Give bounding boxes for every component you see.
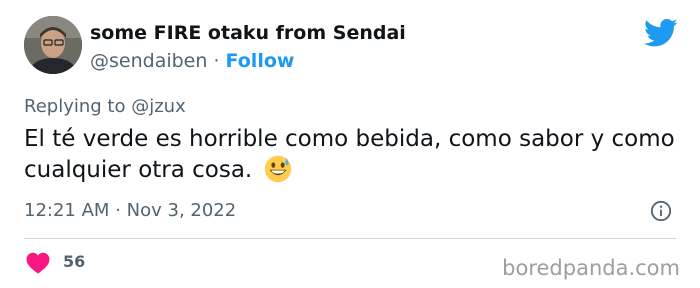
tweet-time: 12:21 AM	[24, 200, 110, 221]
divider	[24, 238, 676, 239]
tweet-timestamp[interactable]: 12:21 AM · Nov 3, 2022	[24, 199, 236, 223]
tweet-text: El té verde es horrible como bebida, com…	[24, 124, 684, 192]
twitter-bird-icon[interactable]	[644, 18, 678, 48]
author-handle[interactable]: @sendaiben	[90, 50, 207, 72]
heart-icon[interactable]	[26, 252, 50, 274]
tweet-body: El té verde es horrible como bebida, com…	[24, 126, 675, 183]
avatar[interactable]	[24, 16, 82, 74]
tweet-date: Nov 3, 2022	[126, 200, 237, 221]
reply-target-link[interactable]: @jzux	[131, 96, 186, 117]
author-display-name[interactable]: some FIRE otaku from Sendai	[90, 21, 406, 45]
timestamp-separator: ·	[115, 200, 121, 221]
boredpanda-watermark: boredpanda.com	[502, 256, 680, 280]
grinning-face-with-sweat-icon	[264, 155, 292, 192]
replying-to: Replying to @jzux	[24, 96, 186, 118]
like-count[interactable]: 56	[63, 251, 85, 273]
author-block: some FIRE otaku from Sendai @sendaiben ·…	[90, 21, 406, 73]
handle-separator: ·	[213, 50, 220, 72]
replying-prefix: Replying to	[24, 96, 126, 117]
author-handle-row: @sendaiben · Follow	[90, 49, 406, 73]
follow-button[interactable]: Follow	[226, 50, 295, 72]
info-icon[interactable]	[650, 200, 672, 222]
